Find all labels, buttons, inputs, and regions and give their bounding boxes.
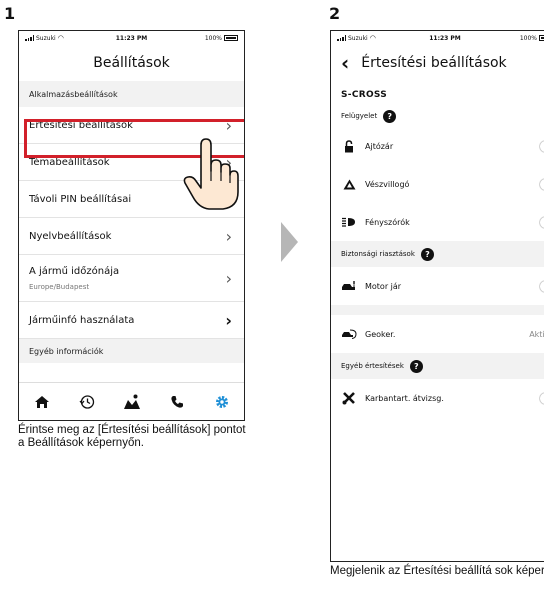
geofence-status: Aktív [529, 329, 544, 339]
headlight-icon [341, 217, 357, 227]
chevron-right-icon: › [225, 226, 232, 246]
group-header-security-alerts: Biztonsági riasztások [341, 250, 415, 258]
timezone-value: Europe/Budapest [29, 282, 90, 291]
notification-label: Geoker. [365, 329, 396, 339]
status-bar: Suzuki ◠ 11:23 PM 100% [19, 31, 244, 45]
chevron-right-icon: › [225, 268, 232, 288]
car-engine-icon [341, 280, 357, 292]
settings-item-label: Járműinfó használata [29, 314, 135, 326]
step-number-2: 2 [329, 4, 341, 23]
section-header-other-info: Egyéb információk [19, 339, 244, 363]
notification-label: Ajtózár [365, 141, 394, 151]
geofence-car-icon [341, 329, 357, 339]
hazard-toggle[interactable] [539, 177, 544, 191]
tap-hand-icon [183, 138, 239, 210]
chevron-right-icon: › [225, 310, 232, 330]
settings-item-label: Témabeállítások [29, 156, 110, 168]
section-header-app-settings: Alkalmazásbeállítások [19, 81, 244, 107]
help-icon[interactable]: ? [420, 247, 434, 261]
help-icon[interactable]: ? [409, 359, 423, 373]
notification-row-engine-running: Motor jár [331, 267, 544, 305]
status-time: 11:23 PM [115, 34, 148, 42]
phone-screen-settings: Suzuki ◠ 11:23 PM 100% Beállítások Alkal… [18, 30, 245, 421]
wrench-screwdriver-icon [341, 391, 357, 405]
home-icon[interactable] [31, 391, 53, 413]
notification-label: Vészvillogó [365, 179, 410, 189]
settings-item-label: A jármű időzónája [29, 265, 120, 277]
back-chevron-icon[interactable]: ‹ [341, 53, 349, 73]
battery-icon [224, 35, 238, 41]
settings-item-language[interactable]: Nyelvbeállítások › [19, 218, 244, 255]
step-number-1: 1 [4, 4, 16, 23]
map-person-icon[interactable] [121, 391, 143, 413]
settings-gear-icon[interactable] [211, 391, 233, 413]
notification-row-door-lock: Ajtózár [331, 127, 544, 165]
lock-icon [341, 139, 357, 153]
door-lock-toggle[interactable] [539, 139, 544, 153]
hazard-triangle-icon [341, 179, 357, 190]
phone-icon[interactable] [166, 391, 188, 413]
maintenance-toggle[interactable] [539, 391, 544, 405]
caption-step-2: Megjelenik az Értesítési beállítá sok ké… [330, 565, 544, 577]
group-header-other-notifications: Egyéb értesítések [341, 362, 404, 370]
help-icon[interactable]: ? [383, 109, 397, 123]
headlights-toggle[interactable] [539, 215, 544, 229]
battery-icon [539, 35, 544, 41]
notification-label: Fényszórók [365, 217, 410, 227]
engine-running-toggle[interactable] [539, 279, 544, 293]
notification-row-maintenance: Karbantart. átvizsg. [331, 379, 544, 417]
notification-label: Karbantart. átvizsg. [365, 393, 444, 403]
vehicle-name: S-CROSS [341, 90, 388, 100]
notification-label: Motor jár [365, 281, 402, 291]
settings-item-label: Nyelvbeállítások [29, 230, 112, 242]
bottom-tab-bar [19, 382, 244, 420]
notification-row-headlights: Fényszórók [331, 203, 544, 241]
caption-step-1: Érintse meg az [Értesítési beállítások] … [18, 424, 246, 449]
page-title: Értesítési beállítások [361, 55, 507, 71]
phone-screen-notification-settings: Suzuki ◠ 11:23 PM 100% ‹ Értesítési beál… [330, 30, 544, 562]
notification-row-geofence[interactable]: Geoker. Aktív › [331, 315, 544, 353]
settings-item-timezone[interactable]: A jármű időzónája Europe/Budapest › [19, 255, 244, 302]
status-time: 11:23 PM [429, 34, 461, 42]
history-icon[interactable] [76, 391, 98, 413]
status-bar: Suzuki ◠ 11:23 PM 100% [331, 31, 544, 45]
next-step-arrow-icon [281, 222, 298, 262]
notification-row-hazard: Vészvillogó [331, 165, 544, 203]
settings-item-vehicle-info-usage[interactable]: Járműinfó használata › [19, 302, 244, 339]
group-header-monitoring: Felügyelet [341, 112, 378, 120]
settings-item-label: Távoli PIN beállításai [29, 193, 132, 205]
page-title: Beállítások [93, 55, 170, 71]
